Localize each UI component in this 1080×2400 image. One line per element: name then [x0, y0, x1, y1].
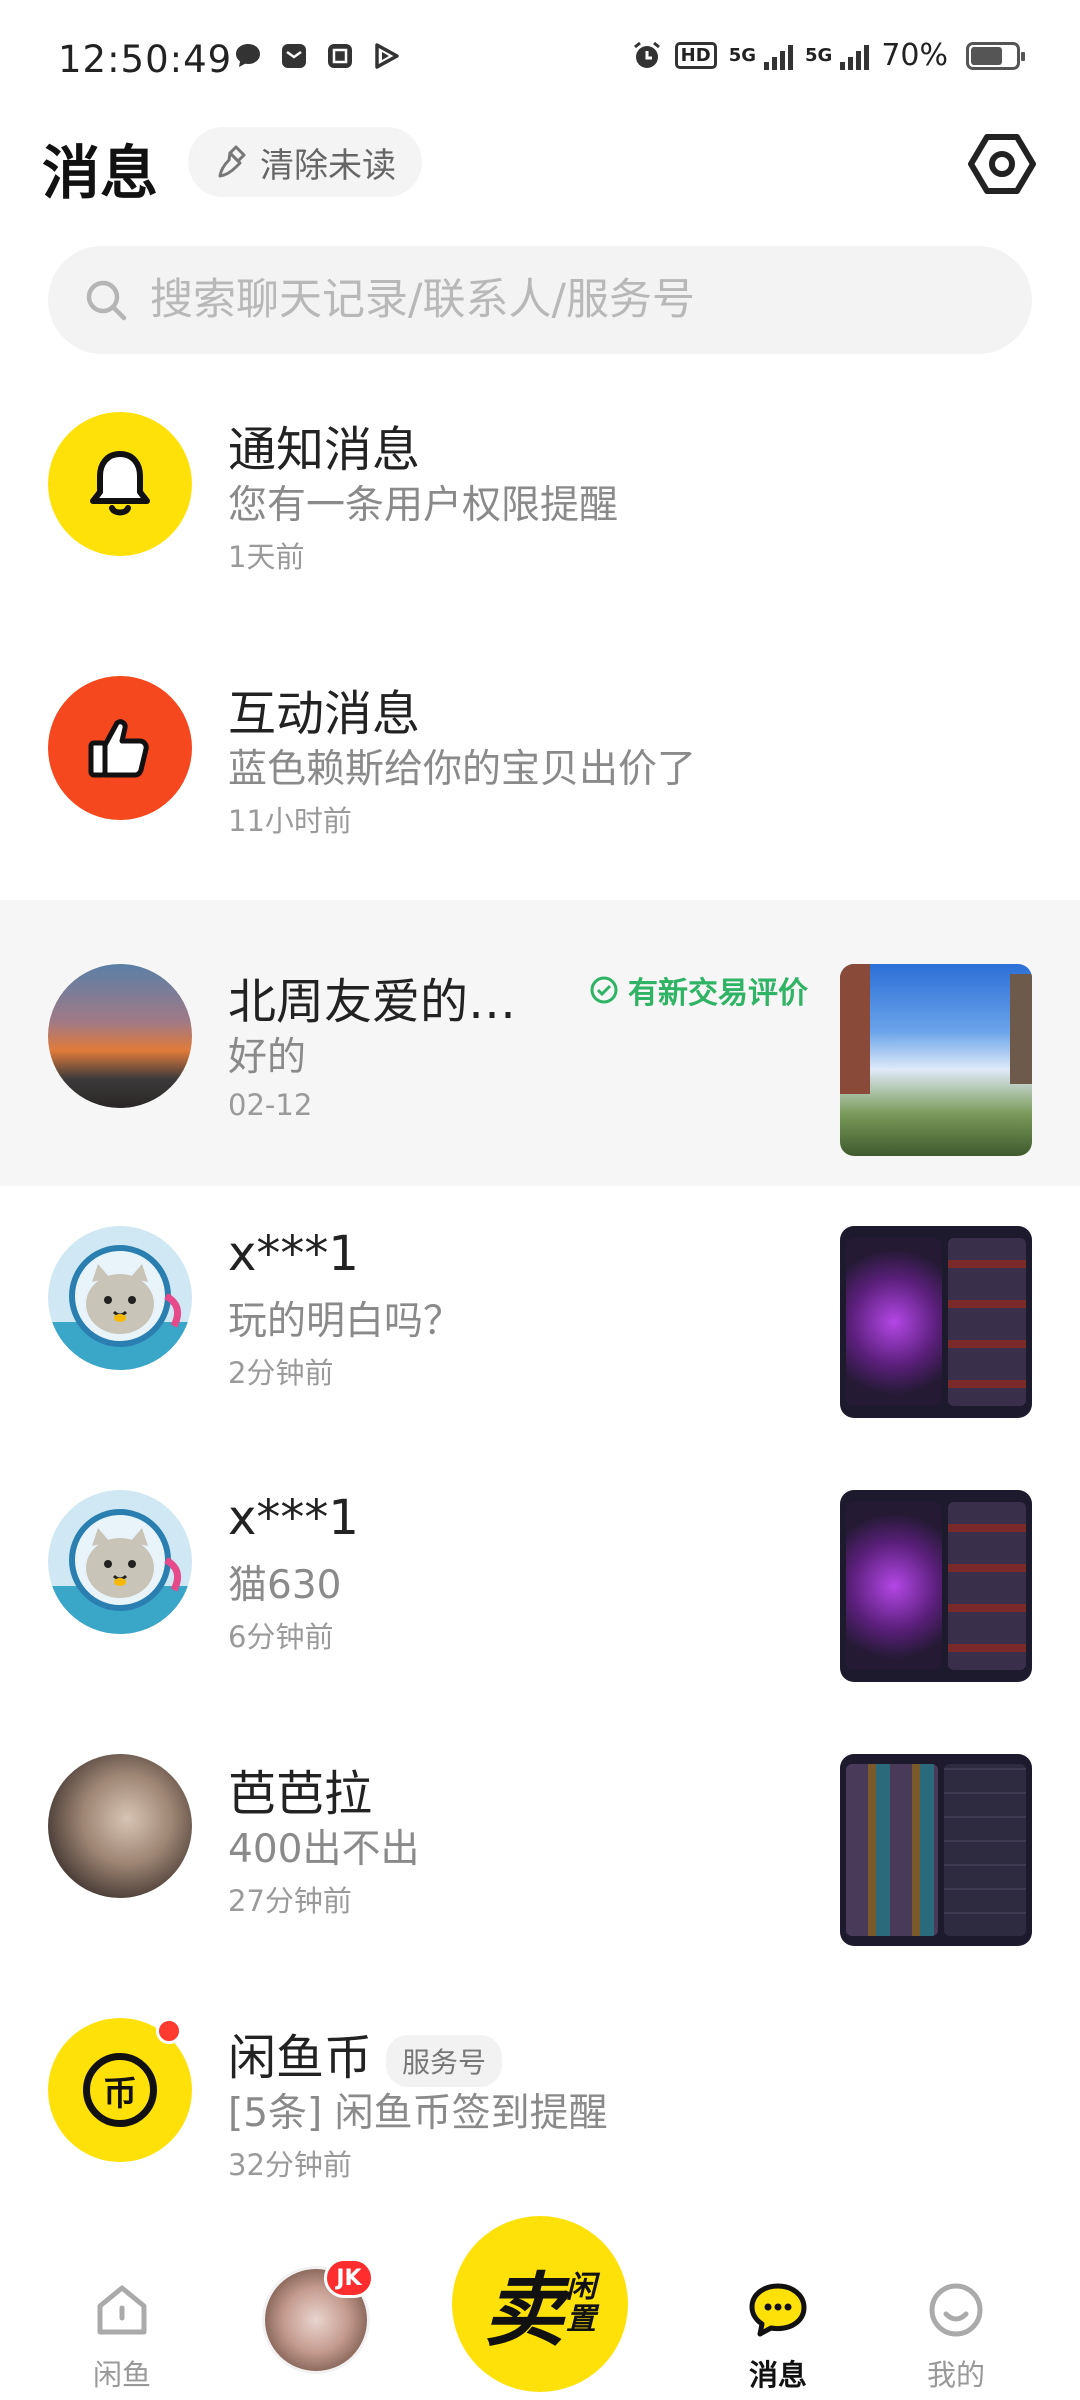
chat-bubble-icon [232, 40, 264, 72]
status-bar: 12:50:49 HD 5G 5G 70% [0, 0, 1080, 120]
cat-astronaut-avatar [48, 1490, 192, 1634]
sell-button[interactable]: 卖 闲 置 [452, 2216, 628, 2392]
new-review-badge: 有新交易评价 [588, 968, 808, 1012]
item-title: 互动消息 [228, 686, 421, 742]
item-time: 27分钟前 [228, 1884, 352, 1918]
home-icon [97, 2285, 147, 2335]
item-subtitle: [5条] 闲鱼币签到提醒 [228, 2091, 608, 2136]
network-type-1: 5G [728, 45, 756, 66]
search-input[interactable] [150, 275, 1000, 325]
clear-unread-label: 清除未读 [260, 145, 396, 186]
search-icon [86, 280, 127, 321]
item-subtitle: 蓝色赖斯给你的宝贝出价了 [228, 747, 697, 792]
mail-app-icon [278, 40, 310, 72]
game-screenshot-thumbnail [840, 1226, 1032, 1418]
search-bar[interactable] [48, 246, 1032, 354]
check-circle-icon [590, 976, 618, 1004]
item-time: 6分钟前 [228, 1620, 334, 1654]
signal-strength-1-icon [764, 42, 793, 70]
item-time: 2分钟前 [228, 1356, 334, 1390]
coin-icon: 币 [83, 2053, 157, 2127]
list-item-chat[interactable]: 芭芭拉 400出不出 27分钟前 [0, 1714, 1080, 1978]
battery-percent: 70% [881, 38, 948, 73]
alarm-icon [633, 41, 660, 68]
game-panel-right [948, 1238, 1026, 1406]
settings-button[interactable] [966, 128, 1038, 200]
list-item-chat[interactable]: 北周友爱的… 有新交易评价 好的 02-12 [0, 900, 1080, 1186]
item-subtitle: 好的 [228, 1035, 307, 1080]
clear-unread-button[interactable]: 清除未读 [188, 127, 422, 197]
game-screenshot-thumbnail [840, 1490, 1032, 1682]
building-shape [840, 964, 870, 1094]
broom-icon [218, 145, 246, 178]
unread-dot [156, 2018, 182, 2044]
list-item-chat[interactable]: x***1 猫630 6分钟前 [0, 1450, 1080, 1714]
sell-sub-label: 闲 置 [566, 2272, 596, 2336]
settings-hexagon-icon [968, 134, 1036, 194]
item-title: x***1 [228, 1226, 359, 1282]
item-subtitle: 您有一条用户权限提醒 [228, 483, 619, 528]
smiley-face-icon [929, 2283, 983, 2337]
tab-home-label: 闲鱼 [92, 2358, 151, 2392]
thumbs-up-icon [88, 719, 149, 778]
sell-sub-label-1: 闲 [566, 2270, 596, 2305]
sell-label: 卖 [484, 2264, 564, 2357]
bell-icon [90, 451, 150, 516]
message-bubble-icon [749, 2283, 807, 2337]
cat-astronaut-avatar [48, 1226, 192, 1370]
jk-badge: JK [324, 2258, 374, 2298]
item-subtitle: 玩的明白吗？ [228, 1299, 463, 1344]
game-panel-right [944, 1764, 1026, 1936]
item-time: 32分钟前 [228, 2148, 352, 2182]
user-avatar [48, 964, 192, 1108]
item-time: 02-12 [228, 1088, 313, 1122]
game-panel-left [846, 1764, 938, 1936]
list-item-service[interactable]: 币 闲鱼币 服务号 [5条] 闲鱼币签到提醒 32分钟前 [0, 1978, 1080, 2242]
interaction-avatar [48, 676, 192, 820]
item-time: 1天前 [228, 540, 305, 574]
tieba-app-icon [324, 40, 356, 72]
list-item-notifications[interactable]: 通知消息 您有一条用户权限提醒 1天前 [0, 356, 1080, 620]
tab-home[interactable]: 闲鱼 [42, 2230, 202, 2400]
cat-astronaut-icon [48, 1509, 192, 1634]
item-subtitle: 400出不出 [228, 1827, 420, 1872]
item-subtitle: 猫630 [228, 1563, 342, 1608]
item-title: 芭芭拉 [228, 1766, 373, 1822]
video-app-icon [370, 40, 402, 72]
cat-astronaut-icon [48, 1245, 192, 1370]
item-title: 通知消息 [228, 422, 421, 478]
item-title-wrap: 闲鱼币 服务号 [228, 2018, 503, 2088]
item-title: 北周友爱的… [228, 974, 517, 1030]
new-review-label: 有新交易评价 [628, 976, 808, 1011]
building-shape [1010, 974, 1032, 1084]
signal-strength-2-icon [840, 42, 870, 70]
service-tag: 服务号 [386, 2035, 503, 2087]
user-avatar [48, 1754, 192, 1898]
list-item-chat[interactable]: x***1 玩的明白吗？ 2分钟前 [0, 1186, 1080, 1450]
tab-profile-label: 我的 [926, 2358, 985, 2392]
battery-fill [971, 46, 1002, 65]
tab-messages-label: 消息 [748, 2358, 807, 2392]
list-item-interactions[interactable]: 互动消息 蓝色赖斯给你的宝贝出价了 11小时前 [0, 620, 1080, 884]
tab-messages[interactable]: 消息 [698, 2230, 858, 2400]
network-type-2: 5G [805, 45, 833, 66]
hd-indicator: HD [674, 42, 717, 69]
page-title: 消息 [42, 139, 159, 207]
tab-profile[interactable]: 我的 [876, 2230, 1036, 2400]
sell-sub-label-2: 置 [566, 2302, 596, 2337]
system-indicators: HD 5G 5G 70% [631, 38, 1025, 73]
item-time: 11小时前 [228, 804, 352, 838]
game-panel-left [846, 1502, 942, 1670]
item-thumbnail [840, 964, 1032, 1156]
battery-icon [966, 41, 1025, 70]
game-panel-right [948, 1502, 1026, 1670]
item-title: 闲鱼币 [228, 2030, 373, 2086]
item-title: x***1 [228, 1490, 359, 1546]
notification-avatar [48, 412, 192, 556]
notification-icons [232, 40, 402, 72]
game-panel-left [846, 1238, 942, 1406]
game-screenshot-thumbnail [840, 1754, 1032, 1946]
status-time: 12:50:49 [58, 38, 233, 81]
